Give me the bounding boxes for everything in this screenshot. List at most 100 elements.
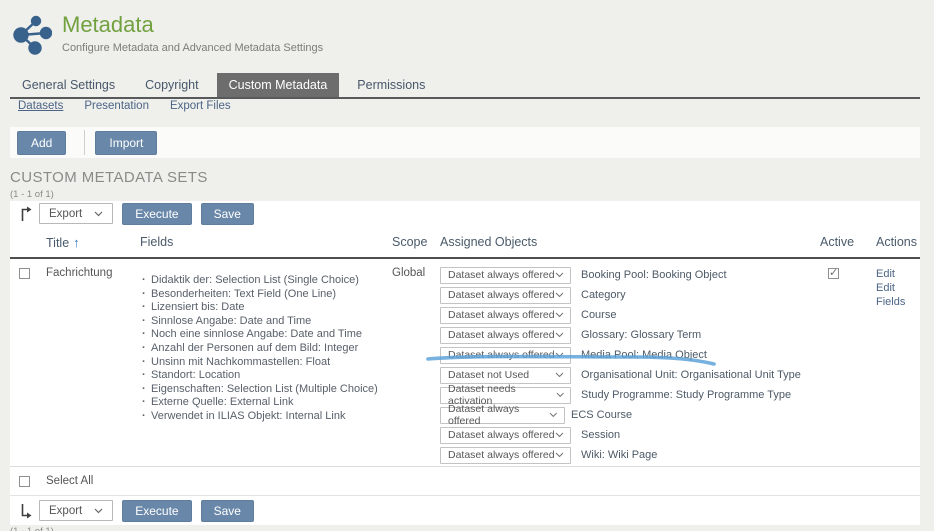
column-active: Active	[820, 235, 876, 250]
chevron-down-icon	[94, 508, 103, 514]
dataset-mode-select[interactable]: Dataset always offered	[440, 327, 571, 344]
apply-to-selected-top-icon	[19, 206, 33, 222]
chevron-down-icon	[555, 432, 564, 438]
check-icon: ✓	[829, 266, 838, 279]
dataset-mode-select[interactable]: Dataset needs activation	[440, 387, 571, 404]
dataset-mode-select[interactable]: Dataset always offered	[440, 267, 571, 284]
column-fields: Fields	[140, 235, 392, 250]
field-item: Eigenschaften: Selection List (Multiple …	[140, 383, 392, 397]
metadata-icon	[12, 14, 52, 56]
chevron-down-icon	[555, 372, 564, 378]
custom-metadata-table: Export Execute Save Title↑ Fields Scope …	[10, 201, 920, 525]
field-item: Sinnlose Angabe: Date and Time	[140, 315, 392, 329]
field-item: Anzahl der Personen auf dem Bild: Intege…	[140, 342, 392, 356]
assigned-object-label: Category	[581, 289, 626, 301]
chevron-down-icon	[555, 352, 564, 358]
active-checkbox[interactable]: ✓	[828, 268, 839, 279]
assigned-object-label: Booking Pool: Booking Object	[581, 269, 727, 281]
row-scope: Global	[392, 267, 440, 466]
table-toolbar-bottom: Export Execute Save	[10, 495, 920, 525]
dataset-mode-select[interactable]: Dataset not Used	[440, 367, 571, 384]
export-select-bottom[interactable]: Export	[39, 500, 113, 521]
field-item: Lizensiert bis: Date	[140, 301, 392, 315]
page-subtitle: Configure Metadata and Advanced Metadata…	[62, 42, 323, 54]
column-title[interactable]: Title↑	[46, 235, 140, 250]
dataset-mode-select[interactable]: Dataset always offered	[440, 347, 571, 364]
tab-bar: General Settings Copyright Custom Metada…	[10, 73, 920, 99]
assigned-object-label: Study Programme: Study Programme Type	[581, 389, 791, 401]
assigned-object-row: Dataset always offered Category	[440, 285, 820, 305]
page-header: Metadata Configure Metadata and Advanced…	[12, 12, 323, 56]
assigned-object-label: Session	[581, 429, 620, 441]
dataset-mode-select[interactable]: Dataset always offered	[440, 447, 571, 464]
chevron-down-icon	[555, 272, 564, 278]
field-item: Externe Quelle: External Link	[140, 396, 392, 410]
assigned-object-row: Dataset not Used Organisational Unit: Or…	[440, 365, 820, 385]
assigned-object-label: Wiki: Wiki Page	[581, 449, 657, 461]
assigned-object-label: Organisational Unit: Organisational Unit…	[581, 369, 801, 381]
field-item: Verwendet in ILIAS Objekt: Internal Link	[140, 410, 392, 424]
assigned-object-label: Glossary: Glossary Term	[581, 329, 701, 341]
assigned-object-row: Dataset needs activation Study Programme…	[440, 385, 820, 405]
main-toolbar: Add Import	[10, 127, 920, 158]
export-select-value: Export	[49, 208, 82, 220]
execute-button-bottom[interactable]: Execute	[122, 500, 191, 522]
dataset-mode-select[interactable]: Dataset always offered	[440, 287, 571, 304]
subtab-presentation[interactable]: Presentation	[84, 100, 149, 112]
export-select-top[interactable]: Export	[39, 203, 113, 224]
tab-general-settings[interactable]: General Settings	[10, 73, 127, 97]
chevron-down-icon	[94, 211, 103, 217]
assigned-object-row-media-pool: Dataset always offered Media Pool: Media…	[440, 345, 820, 365]
select-all-label: Select All	[46, 475, 93, 487]
tab-permissions[interactable]: Permissions	[345, 73, 437, 97]
table-row: Fachrichtung Didaktik der: Selection Lis…	[10, 259, 920, 467]
dataset-mode-select[interactable]: Dataset always offered	[440, 307, 571, 324]
section-heading: CUSTOM METADATA SETS	[10, 169, 208, 186]
row-actions: Edit Edit Fields	[876, 259, 920, 466]
pagination-count-bottom: (1 - 1 of 1)	[10, 526, 54, 531]
pagination-count-top: (1 - 1 of 1)	[10, 189, 54, 200]
tab-copyright[interactable]: Copyright	[133, 73, 211, 97]
table-header-row: Title↑ Fields Scope Assigned Objects Act…	[10, 226, 920, 259]
dataset-mode-select[interactable]: Dataset always offered	[440, 427, 571, 444]
row-checkbox[interactable]	[19, 268, 30, 279]
chevron-down-icon	[555, 312, 564, 318]
assigned-object-label: Media Pool: Media Object	[581, 349, 707, 361]
tab-custom-metadata[interactable]: Custom Metadata	[217, 73, 340, 97]
assigned-object-row: Dataset always offered Wiki: Wiki Page	[440, 445, 820, 465]
edit-fields-link[interactable]: Edit Fields	[876, 281, 920, 309]
assigned-object-label: Course	[581, 309, 616, 321]
edit-link[interactable]: Edit	[876, 267, 920, 281]
assigned-object-row: Dataset always offered ECS Course	[440, 405, 820, 425]
chevron-down-icon	[549, 412, 558, 418]
page-title: Metadata	[62, 12, 323, 38]
assigned-object-row: Dataset always offered Session	[440, 425, 820, 445]
execute-button-top[interactable]: Execute	[122, 203, 191, 225]
subtab-bar: Datasets Presentation Export Files	[18, 100, 231, 112]
header-checkbox-spacer	[10, 235, 46, 250]
add-button[interactable]: Add	[17, 131, 66, 155]
chevron-down-icon	[555, 332, 564, 338]
export-select-value: Export	[49, 505, 82, 517]
row-title: Fachrichtung	[46, 267, 140, 466]
assigned-object-row: Dataset always offered Course	[440, 305, 820, 325]
field-item: Didaktik der: Selection List (Single Cho…	[140, 274, 392, 288]
fields-list: Didaktik der: Selection List (Single Cho…	[140, 274, 392, 424]
field-item: Standort: Location	[140, 369, 392, 383]
assigned-object-label: ECS Course	[571, 409, 632, 421]
import-button[interactable]: Import	[95, 131, 157, 155]
assigned-objects-list: Dataset always offered Booking Pool: Boo…	[440, 259, 820, 466]
toolbar-separator	[84, 130, 85, 155]
field-item: Unsinn mit Nachkommastellen: Float	[140, 356, 392, 370]
dataset-mode-select[interactable]: Dataset always offered	[440, 407, 565, 424]
assigned-object-row: Dataset always offered Booking Pool: Boo…	[440, 265, 820, 285]
subtab-export-files[interactable]: Export Files	[170, 100, 231, 112]
subtab-datasets[interactable]: Datasets	[18, 100, 63, 112]
select-all-checkbox[interactable]	[19, 476, 30, 487]
apply-to-selected-bottom-icon	[19, 503, 33, 519]
table-toolbar-top: Export Execute Save	[10, 201, 920, 226]
save-button-top[interactable]: Save	[201, 203, 254, 225]
sort-ascending-icon: ↑	[73, 235, 80, 250]
column-actions: Actions	[876, 235, 920, 250]
save-button-bottom[interactable]: Save	[201, 500, 254, 522]
